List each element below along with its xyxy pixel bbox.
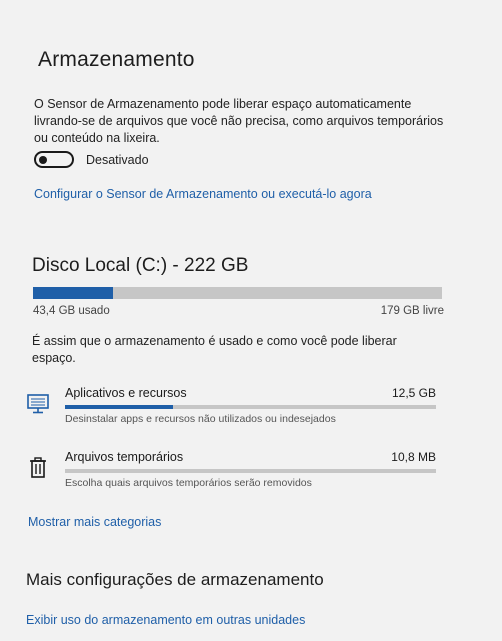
disk-used-label: 43,4 GB usado — [33, 305, 110, 317]
category-size: 12,5 GB — [391, 386, 436, 400]
toggle-knob — [39, 155, 47, 164]
show-more-categories-link[interactable]: Mostrar mais categorias — [28, 515, 161, 529]
monitor-icon — [26, 392, 50, 416]
disk-free-label: 179 GB livre — [380, 305, 444, 317]
category-usage-bar-fill — [65, 405, 173, 409]
category-size: 10,8 MB — [391, 450, 436, 464]
category-apps-features[interactable]: Aplicativos e recursos 12,5 GB Desinstal… — [26, 386, 446, 436]
usage-description: É assim que o armazenamento é usado e co… — [32, 334, 397, 365]
category-name: Aplicativos e recursos — [65, 386, 187, 400]
category-usage-bar — [65, 405, 436, 409]
category-subtitle: Escolha quais arquivos temporários serão… — [65, 477, 312, 489]
disk-usage-bar-fill — [33, 287, 113, 299]
category-temp-files[interactable]: Arquivos temporários 10,8 MB Escolha qua… — [26, 450, 446, 500]
page-title: Armazenamento — [38, 48, 195, 71]
storage-sense-toggle[interactable] — [34, 151, 74, 168]
configure-storage-sense-link[interactable]: Configurar o Sensor de Armazenamento ou … — [34, 187, 372, 201]
storage-sense-description: O Sensor de Armazenamento pode liberar e… — [34, 97, 444, 145]
storage-settings-page: Armazenamento O Sensor de Armazenamento … — [0, 0, 502, 641]
trash-icon — [26, 456, 50, 480]
toggle-state-label: Desativado — [86, 152, 149, 167]
category-subtitle: Desinstalar apps e recursos não utilizad… — [65, 413, 336, 425]
category-name: Arquivos temporários — [65, 450, 184, 464]
more-settings-title: Mais configurações de armazenamento — [26, 570, 324, 589]
disk-title: Disco Local (C:) - 222 GB — [32, 255, 249, 276]
category-usage-bar — [65, 469, 436, 473]
other-drives-usage-link[interactable]: Exibir uso do armazenamento em outras un… — [26, 613, 305, 627]
disk-usage-bar — [33, 287, 442, 299]
storage-sense-toggle-row: Desativado — [34, 151, 149, 168]
